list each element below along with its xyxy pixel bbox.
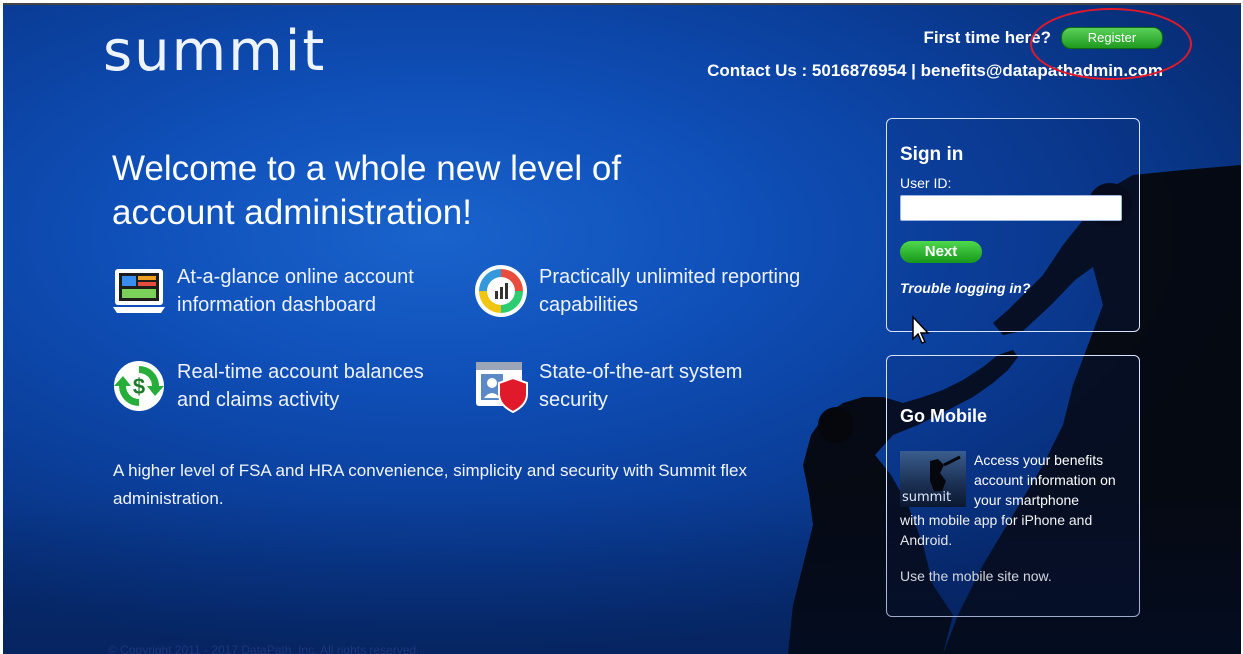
page-title: Welcome to a whole new level of account …: [112, 149, 622, 232]
go-mobile-title: Go Mobile: [900, 406, 987, 426]
feature-text: At-a-glance online account information d…: [177, 266, 414, 316]
tagline: A higher level of FSA and HRA convenienc…: [113, 461, 748, 508]
signin-panel: Sign in User ID: Next Trouble logging in…: [886, 118, 1140, 332]
copyright-text: © Copyright 2011 - 2017 DataPath, Inc. A…: [108, 643, 420, 654]
header-links: First time here? Register Contact Us : 5…: [707, 27, 1163, 81]
feature-text: Real-time account balances and claims ac…: [177, 361, 424, 411]
page-background: summit First time here? Register Contact…: [3, 3, 1241, 654]
feature-reporting: Practically unlimited reporting capabili…: [473, 263, 809, 319]
dollar-refresh-icon: $: [114, 361, 164, 411]
go-mobile-panel: Go Mobile summit Access your benefits ac…: [886, 355, 1140, 617]
feature-security: State-of-the-art system security: [473, 358, 809, 414]
feature-text: State-of-the-art system security: [539, 361, 743, 411]
dashboard-icon: [113, 269, 165, 313]
signin-title: Sign in: [900, 144, 964, 165]
next-button[interactable]: Next: [900, 241, 982, 263]
summit-logo[interactable]: summit: [103, 19, 326, 84]
first-time-label: First time here?: [923, 28, 1051, 47]
reporting-chart-icon: [475, 265, 527, 317]
mobile-app-thumbnail[interactable]: summit: [900, 451, 966, 507]
security-shield-icon: [476, 362, 528, 414]
user-id-label: User ID:: [900, 175, 952, 191]
register-button[interactable]: Register: [1061, 27, 1163, 49]
mobile-site-link[interactable]: Use the mobile site now.: [900, 568, 1052, 584]
mouse-cursor-icon: [912, 315, 930, 344]
thumbnail-logo: summit: [902, 490, 952, 505]
feature-text: Practically unlimited reporting capabili…: [539, 266, 801, 316]
contact-info: Contact Us : 5016876954 | benefits@datap…: [707, 61, 1163, 80]
mobile-description-cont: with mobile app for iPhone and Android.: [900, 512, 1093, 548]
trouble-logging-in-link[interactable]: Trouble logging in?: [900, 280, 1030, 296]
svg-text:$: $: [133, 374, 145, 399]
first-time-row: First time here? Register: [707, 27, 1163, 49]
mobile-description: Access your benefits account information…: [974, 452, 1116, 508]
feature-balances: $ Real-time account balances and claims …: [111, 358, 447, 414]
user-id-input[interactable]: [900, 195, 1122, 221]
feature-dashboard: At-a-glance online account information d…: [111, 263, 447, 319]
